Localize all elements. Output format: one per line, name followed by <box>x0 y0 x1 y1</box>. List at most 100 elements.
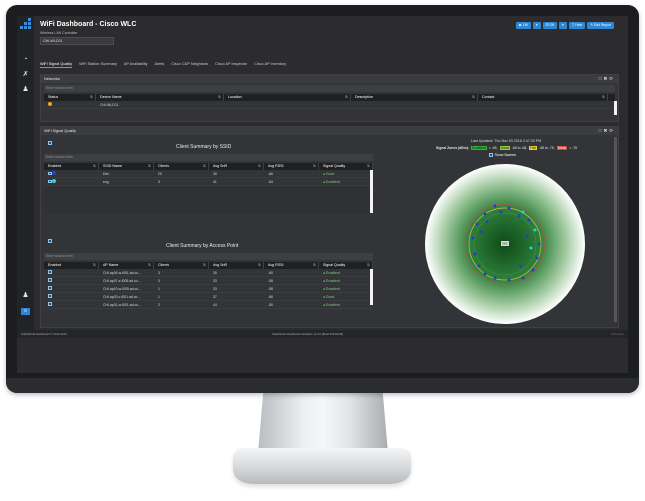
client-dot[interactable] <box>537 242 541 246</box>
client-dot[interactable] <box>527 218 531 222</box>
users-icon[interactable]: ♟ <box>22 86 29 93</box>
client-dot[interactable] <box>521 210 525 214</box>
ssid-select-all-checkbox[interactable] <box>48 141 52 145</box>
tab-wifi-station-summary[interactable]: WiFi Station Summary <box>79 62 117 68</box>
col-avg-rssi[interactable]: Avg RSSI ⇅ <box>264 262 319 269</box>
dashboard-icon[interactable]: ◔ <box>22 56 29 63</box>
col-avg-snr[interactable]: Avg SnR ⇅ <box>209 262 264 269</box>
refresh-button[interactable]: ☰ Off <box>542 22 558 29</box>
table-row[interactable]: CHI-ap07-e-f005.ad.co... 3 33 -58 ● Exce… <box>44 277 373 285</box>
client-dot[interactable] <box>529 246 533 250</box>
enabled-checkbox[interactable] <box>48 270 52 274</box>
table-row[interactable]: CHI-ap04-w-f001.ad.co... 3 30 -60 ● Exce… <box>44 269 373 277</box>
table-row[interactable]: Dev 20 30 -66 ● Good <box>44 170 373 178</box>
client-dot[interactable] <box>479 230 483 234</box>
tab-alerts[interactable]: Alerts <box>155 62 165 68</box>
collapse-sidebar-icon[interactable]: ≡ <box>21 308 30 315</box>
networks-table-header: Status ⇅ Device Name ⇅ Location ⇅ Descripti… <box>44 94 615 101</box>
col-device-name[interactable]: Device Name ⇅ <box>96 94 224 101</box>
time-range-button[interactable]: ▶ 1W <box>516 22 531 29</box>
enabled-checkbox[interactable] <box>48 294 52 298</box>
tab-ap-inspector[interactable]: Cisco AP Inspector <box>215 62 247 68</box>
panel-tools-icon[interactable]: □✖⟳ <box>599 128 615 134</box>
col-status[interactable]: Status ⇅ <box>44 94 96 101</box>
table-row[interactable]: CHI-ap10-w-f005.ad.co... 1 33 -58 ● Exce… <box>44 285 373 293</box>
avg-rssi-cell: -54 <box>268 179 273 184</box>
tab-ap-availability[interactable]: AP Availability <box>124 62 148 68</box>
enabled-cell <box>44 302 99 307</box>
client-dot[interactable] <box>477 264 481 268</box>
networks-search-input[interactable]: Enter search term <box>44 85 615 92</box>
wlc-select[interactable]: CHI-WLC01 <box>40 37 114 45</box>
tab-wifi-signal-quality[interactable]: WiFi Signal Quality <box>40 62 73 68</box>
client-dot[interactable] <box>531 268 535 272</box>
edit-report-button[interactable]: ✎ Edit Report <box>587 22 614 29</box>
client-dot[interactable] <box>471 236 475 240</box>
panel-tools-icon[interactable]: □✖⟳ <box>599 76 615 82</box>
col-ap-name[interactable]: AP Name ⇅ <box>99 262 154 269</box>
enabled-checkbox[interactable] <box>48 286 52 290</box>
table-row[interactable]: CHI-ap01-w-f001.ad.co... 2 44 -50 ● Exce… <box>44 301 373 309</box>
col-clients[interactable]: Clients ⇅ <box>154 262 209 269</box>
ap-search-input[interactable]: Enter search term <box>44 253 373 260</box>
enabled-checkbox[interactable] <box>48 302 52 306</box>
client-dot[interactable] <box>475 222 479 226</box>
tab-ap-inventory[interactable]: Cisco AP Inventory <box>254 62 286 68</box>
col-location[interactable]: Location ⇅ <box>224 94 351 101</box>
table-row[interactable]: CHI-WLC01 <box>44 101 615 109</box>
show-names-checkbox[interactable] <box>489 153 493 157</box>
zone-fair-swatch: Fair <box>529 146 538 150</box>
col-avg-snr[interactable]: Avg SnR ⇅ <box>209 163 264 170</box>
signal-quality-panel: WiFi Signal Quality □✖⟳ Client Summary b… <box>40 126 619 328</box>
networks-scrollbar[interactable] <box>614 101 617 115</box>
avg-rssi-cell: -50 <box>268 302 273 307</box>
col-enabled[interactable]: Enabled ⇅ <box>44 262 99 269</box>
enabled-checkbox[interactable] <box>48 278 52 282</box>
col-avg-rssi[interactable]: Avg RSSI ⇅ <box>264 163 319 170</box>
client-dot[interactable] <box>519 264 523 268</box>
enabled-checkbox[interactable] <box>48 171 52 175</box>
tools-icon[interactable]: ✗ <box>22 71 29 78</box>
col-signal-quality[interactable]: Signal Quality ⇅ <box>319 163 373 170</box>
col-clients[interactable]: Clients ⇅ <box>154 163 209 170</box>
table-row[interactable]: eng 3 41 -54 ● Excellent <box>44 178 373 186</box>
col-description[interactable]: Description ⇅ <box>351 94 478 101</box>
hide-filter-button[interactable]: ▽ Hide <box>568 22 586 29</box>
client-dot[interactable] <box>483 272 487 276</box>
client-dot[interactable] <box>535 256 539 260</box>
client-dot[interactable] <box>493 204 497 208</box>
enabled-cell <box>44 294 99 299</box>
client-dot[interactable] <box>521 276 525 280</box>
client-dot[interactable] <box>473 252 477 256</box>
signal-panel-scrollbar-track[interactable] <box>614 137 617 322</box>
ssid-scrollbar[interactable] <box>370 170 373 213</box>
client-dot[interactable] <box>533 228 537 232</box>
col-contact[interactable]: Contact ⇅ <box>478 94 608 101</box>
client-dot[interactable] <box>525 234 529 238</box>
show-names-toggle[interactable]: Show Names <box>489 153 516 157</box>
clients-cell: 1 <box>158 286 160 291</box>
client-dot[interactable] <box>507 206 511 210</box>
col-signal-quality[interactable]: Signal Quality ⇅ <box>319 262 373 269</box>
account-icon[interactable]: ♟ <box>22 292 29 299</box>
client-dot[interactable] <box>493 276 497 280</box>
avg-snr-cell: 33 <box>213 286 217 291</box>
client-dot[interactable] <box>499 210 503 214</box>
enabled-cell <box>44 286 99 291</box>
table-row[interactable]: CHI-ap03-c-f001.ad.co... 1 37 -66 ● Good <box>44 293 373 301</box>
refresh-dropdown[interactable]: ▾ <box>559 22 567 29</box>
client-dot[interactable] <box>517 214 521 218</box>
tab-cdp-neighbors[interactable]: Cisco CDP Neighbors <box>171 62 208 68</box>
col-enabled[interactable]: Enabled ⇅ <box>44 163 99 170</box>
enabled-checkbox[interactable] <box>48 179 52 183</box>
ap-scrollbar[interactable] <box>370 269 373 305</box>
client-dot[interactable] <box>483 212 487 216</box>
ap-select-all-checkbox[interactable] <box>48 239 52 243</box>
time-range-dropdown[interactable]: ▾ <box>532 22 541 29</box>
client-dot[interactable] <box>485 220 489 224</box>
zone-excellent-range: > -65, <box>488 146 498 150</box>
networks-panel: Networks □✖⟳ Enter search term Status ⇅ D… <box>40 74 619 122</box>
col-ssid-name[interactable]: SSID Name ⇅ <box>99 163 154 170</box>
client-dot[interactable] <box>507 278 511 282</box>
ssid-search-input[interactable]: Enter search term <box>44 154 373 161</box>
